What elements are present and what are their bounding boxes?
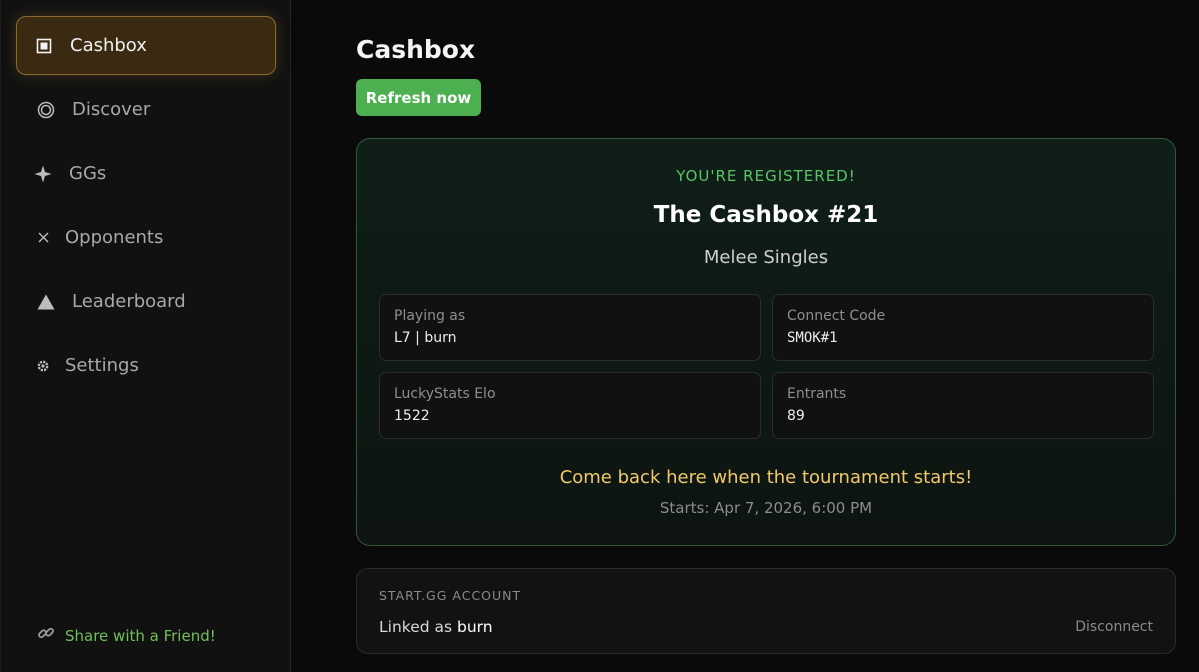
crossed-swords-icon — [31, 231, 55, 244]
share-link[interactable]: Share with a Friend! — [37, 624, 216, 647]
sidebar-item-label: Opponents — [65, 227, 164, 248]
sidebar-item-opponents[interactable]: Opponents — [16, 208, 276, 267]
start-time: Starts: Apr 7, 2026, 6:00 PM — [659, 499, 873, 517]
linked-account: Linked as burn — [379, 618, 493, 636]
info-value: L7 | burn — [394, 330, 457, 346]
entrants-box: Entrants 89 — [772, 372, 1154, 439]
sidebar-item-settings[interactable]: Settings — [16, 336, 276, 395]
info-label: Entrants — [787, 386, 847, 402]
triangle-icon — [34, 294, 58, 310]
square-icon — [32, 38, 56, 54]
sidebar-item-label: Cashbox — [70, 35, 147, 56]
registration-status: YOU'RE REGISTERED! — [676, 167, 856, 185]
sparkle-icon — [31, 165, 55, 183]
registration-card: YOU'RE REGISTERED! The Cashbox #21 Melee… — [356, 138, 1176, 546]
target-icon — [34, 101, 58, 119]
info-label: LuckyStats Elo — [394, 386, 496, 402]
linked-username: burn — [457, 618, 493, 636]
page-title: Cashbox — [356, 35, 476, 64]
sidebar-item-label: GGs — [69, 163, 107, 184]
sidebar-item-discover[interactable]: Discover — [16, 80, 276, 139]
info-label: Playing as — [394, 308, 466, 324]
share-label: Share with a Friend! — [65, 626, 216, 645]
sidebar-item-label: Settings — [65, 355, 139, 376]
elo-box: LuckyStats Elo 1522 — [379, 372, 761, 439]
sidebar-item-cashbox[interactable]: Cashbox — [16, 16, 276, 75]
info-value: SMOK#1 — [787, 330, 838, 346]
comeback-message: Come back here when the tournament start… — [559, 467, 973, 488]
gear-icon — [31, 359, 55, 373]
linked-prefix: Linked as — [379, 618, 453, 636]
info-value: 89 — [787, 408, 805, 424]
playing-as-box: Playing as L7 | burn — [379, 294, 761, 361]
account-card: START.GG ACCOUNT Linked as burn Disconne… — [356, 568, 1176, 654]
link-icon — [37, 624, 55, 647]
connect-code-box: Connect Code SMOK#1 — [772, 294, 1154, 361]
tournament-name: The Cashbox #21 — [653, 202, 879, 228]
info-label: Connect Code — [787, 308, 886, 324]
disconnect-button[interactable]: Disconnect — [1075, 619, 1153, 635]
refresh-button[interactable]: Refresh now — [356, 79, 481, 116]
sidebar-item-leaderboard[interactable]: Leaderboard — [16, 272, 276, 331]
account-heading: START.GG ACCOUNT — [379, 588, 522, 603]
info-value: 1522 — [394, 408, 430, 424]
sidebar-item-ggs[interactable]: GGs — [16, 144, 276, 203]
sidebar-item-label: Discover — [72, 99, 151, 120]
event-name: Melee Singles — [703, 247, 829, 268]
sidebar-item-label: Leaderboard — [72, 291, 186, 312]
sidebar: Cashbox Discover GGs Opponents Leaderboa… — [0, 0, 291, 672]
